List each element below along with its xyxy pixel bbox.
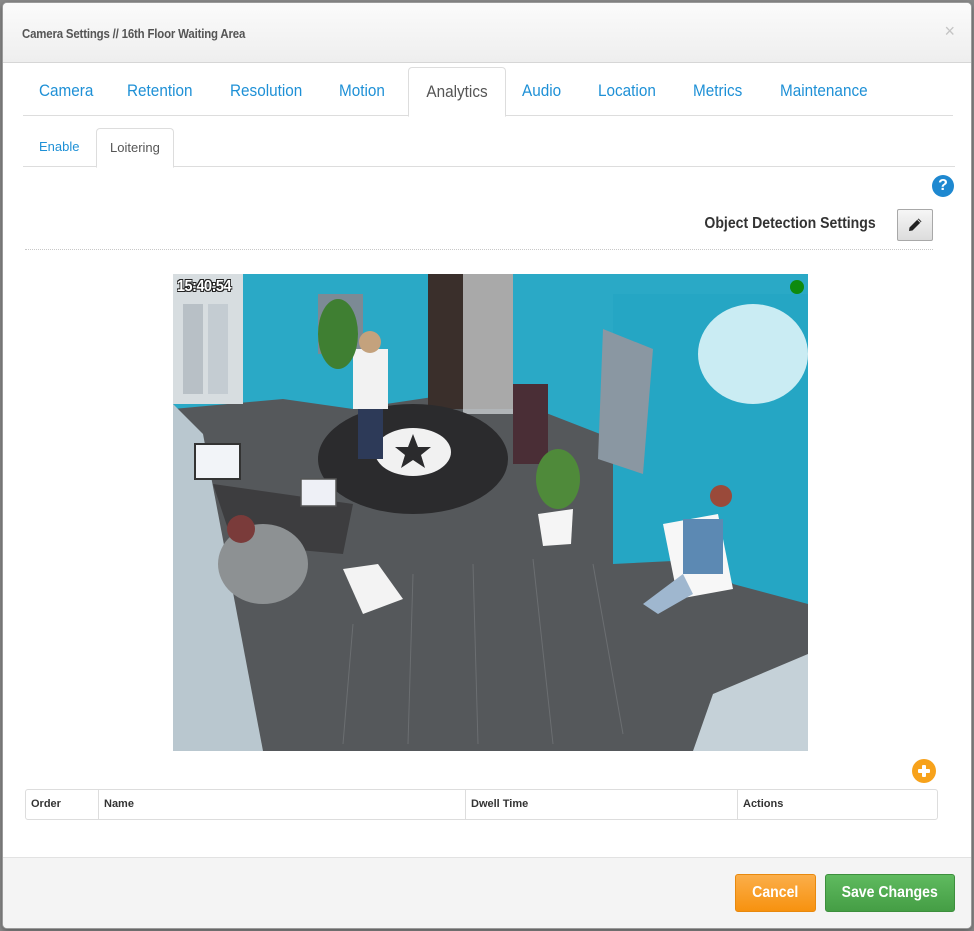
- tab-camera[interactable]: Camera: [39, 67, 93, 115]
- column-header-name[interactable]: Name: [99, 790, 466, 819]
- tab-metrics[interactable]: Metrics: [693, 67, 742, 115]
- person-seated: [683, 519, 723, 574]
- monitor: [194, 443, 241, 480]
- door-panel: [208, 304, 228, 394]
- door-panel: [183, 304, 203, 394]
- analytics-subtabs: Enable Loitering: [23, 128, 955, 168]
- edit-object-detection-button[interactable]: [897, 209, 933, 241]
- save-label: Save Changes: [841, 884, 939, 901]
- camera-snapshot: [173, 274, 808, 751]
- close-icon[interactable]: ×: [944, 21, 955, 41]
- tab-maintenance[interactable]: Maintenance: [780, 67, 868, 115]
- save-changes-button[interactable]: Save Changes: [825, 874, 955, 912]
- person-head: [710, 485, 732, 507]
- plant: [536, 449, 580, 509]
- tab-retention[interactable]: Retention: [127, 67, 193, 115]
- person-standing: [353, 349, 388, 409]
- subtab-loitering[interactable]: Loitering: [96, 128, 174, 168]
- camera-feed[interactable]: 15:40:54: [173, 274, 808, 751]
- modal-title: Camera Settings // 16th Floor Waiting Ar…: [22, 26, 246, 41]
- cancel-label: Cancel: [752, 884, 799, 901]
- tab-analytics[interactable]: Analytics: [408, 67, 507, 117]
- tab-motion[interactable]: Motion: [339, 67, 385, 115]
- tab-resolution[interactable]: Resolution: [230, 67, 302, 115]
- column-header-actions: Actions: [743, 798, 784, 810]
- person-head: [227, 515, 255, 543]
- camera-status-indicator: [790, 280, 804, 294]
- question-circle-icon[interactable]: ?: [932, 175, 954, 197]
- laptop: [300, 478, 337, 507]
- person-head: [359, 331, 381, 353]
- tab-analytics-label: Analytics: [426, 82, 488, 101]
- main-tabs: Camera Retention Resolution Motion Analy…: [23, 67, 953, 117]
- cancel-button[interactable]: Cancel: [735, 874, 816, 912]
- subtab-enable[interactable]: Enable: [39, 128, 79, 166]
- plant-tall: [318, 299, 358, 369]
- column-header-dwell-time[interactable]: Dwell Time: [466, 790, 738, 819]
- modal-header: Camera Settings // 16th Floor Waiting Ar…: [3, 3, 971, 63]
- loitering-rules-table: Order Name Dwell Time Actions: [25, 789, 938, 820]
- umbrella-stand: [513, 384, 548, 464]
- pencil-icon: [909, 218, 922, 231]
- tab-audio[interactable]: Audio: [522, 67, 561, 115]
- planter: [538, 509, 573, 546]
- modal-footer: Cancel Save Changes: [3, 857, 971, 928]
- camera-settings-modal: Camera Settings // 16th Floor Waiting Ar…: [2, 2, 972, 929]
- ceiling-light: [698, 304, 808, 404]
- camera-timestamp: 15:40:54: [177, 278, 232, 295]
- section-divider: [25, 249, 933, 250]
- object-detection-settings-label: Object Detection Settings: [704, 215, 876, 232]
- person-legs: [358, 409, 383, 459]
- glass-door: [463, 274, 513, 414]
- column-header-order[interactable]: Order: [26, 790, 99, 819]
- plus-circle-icon[interactable]: [912, 759, 936, 783]
- tab-location[interactable]: Location: [598, 67, 656, 115]
